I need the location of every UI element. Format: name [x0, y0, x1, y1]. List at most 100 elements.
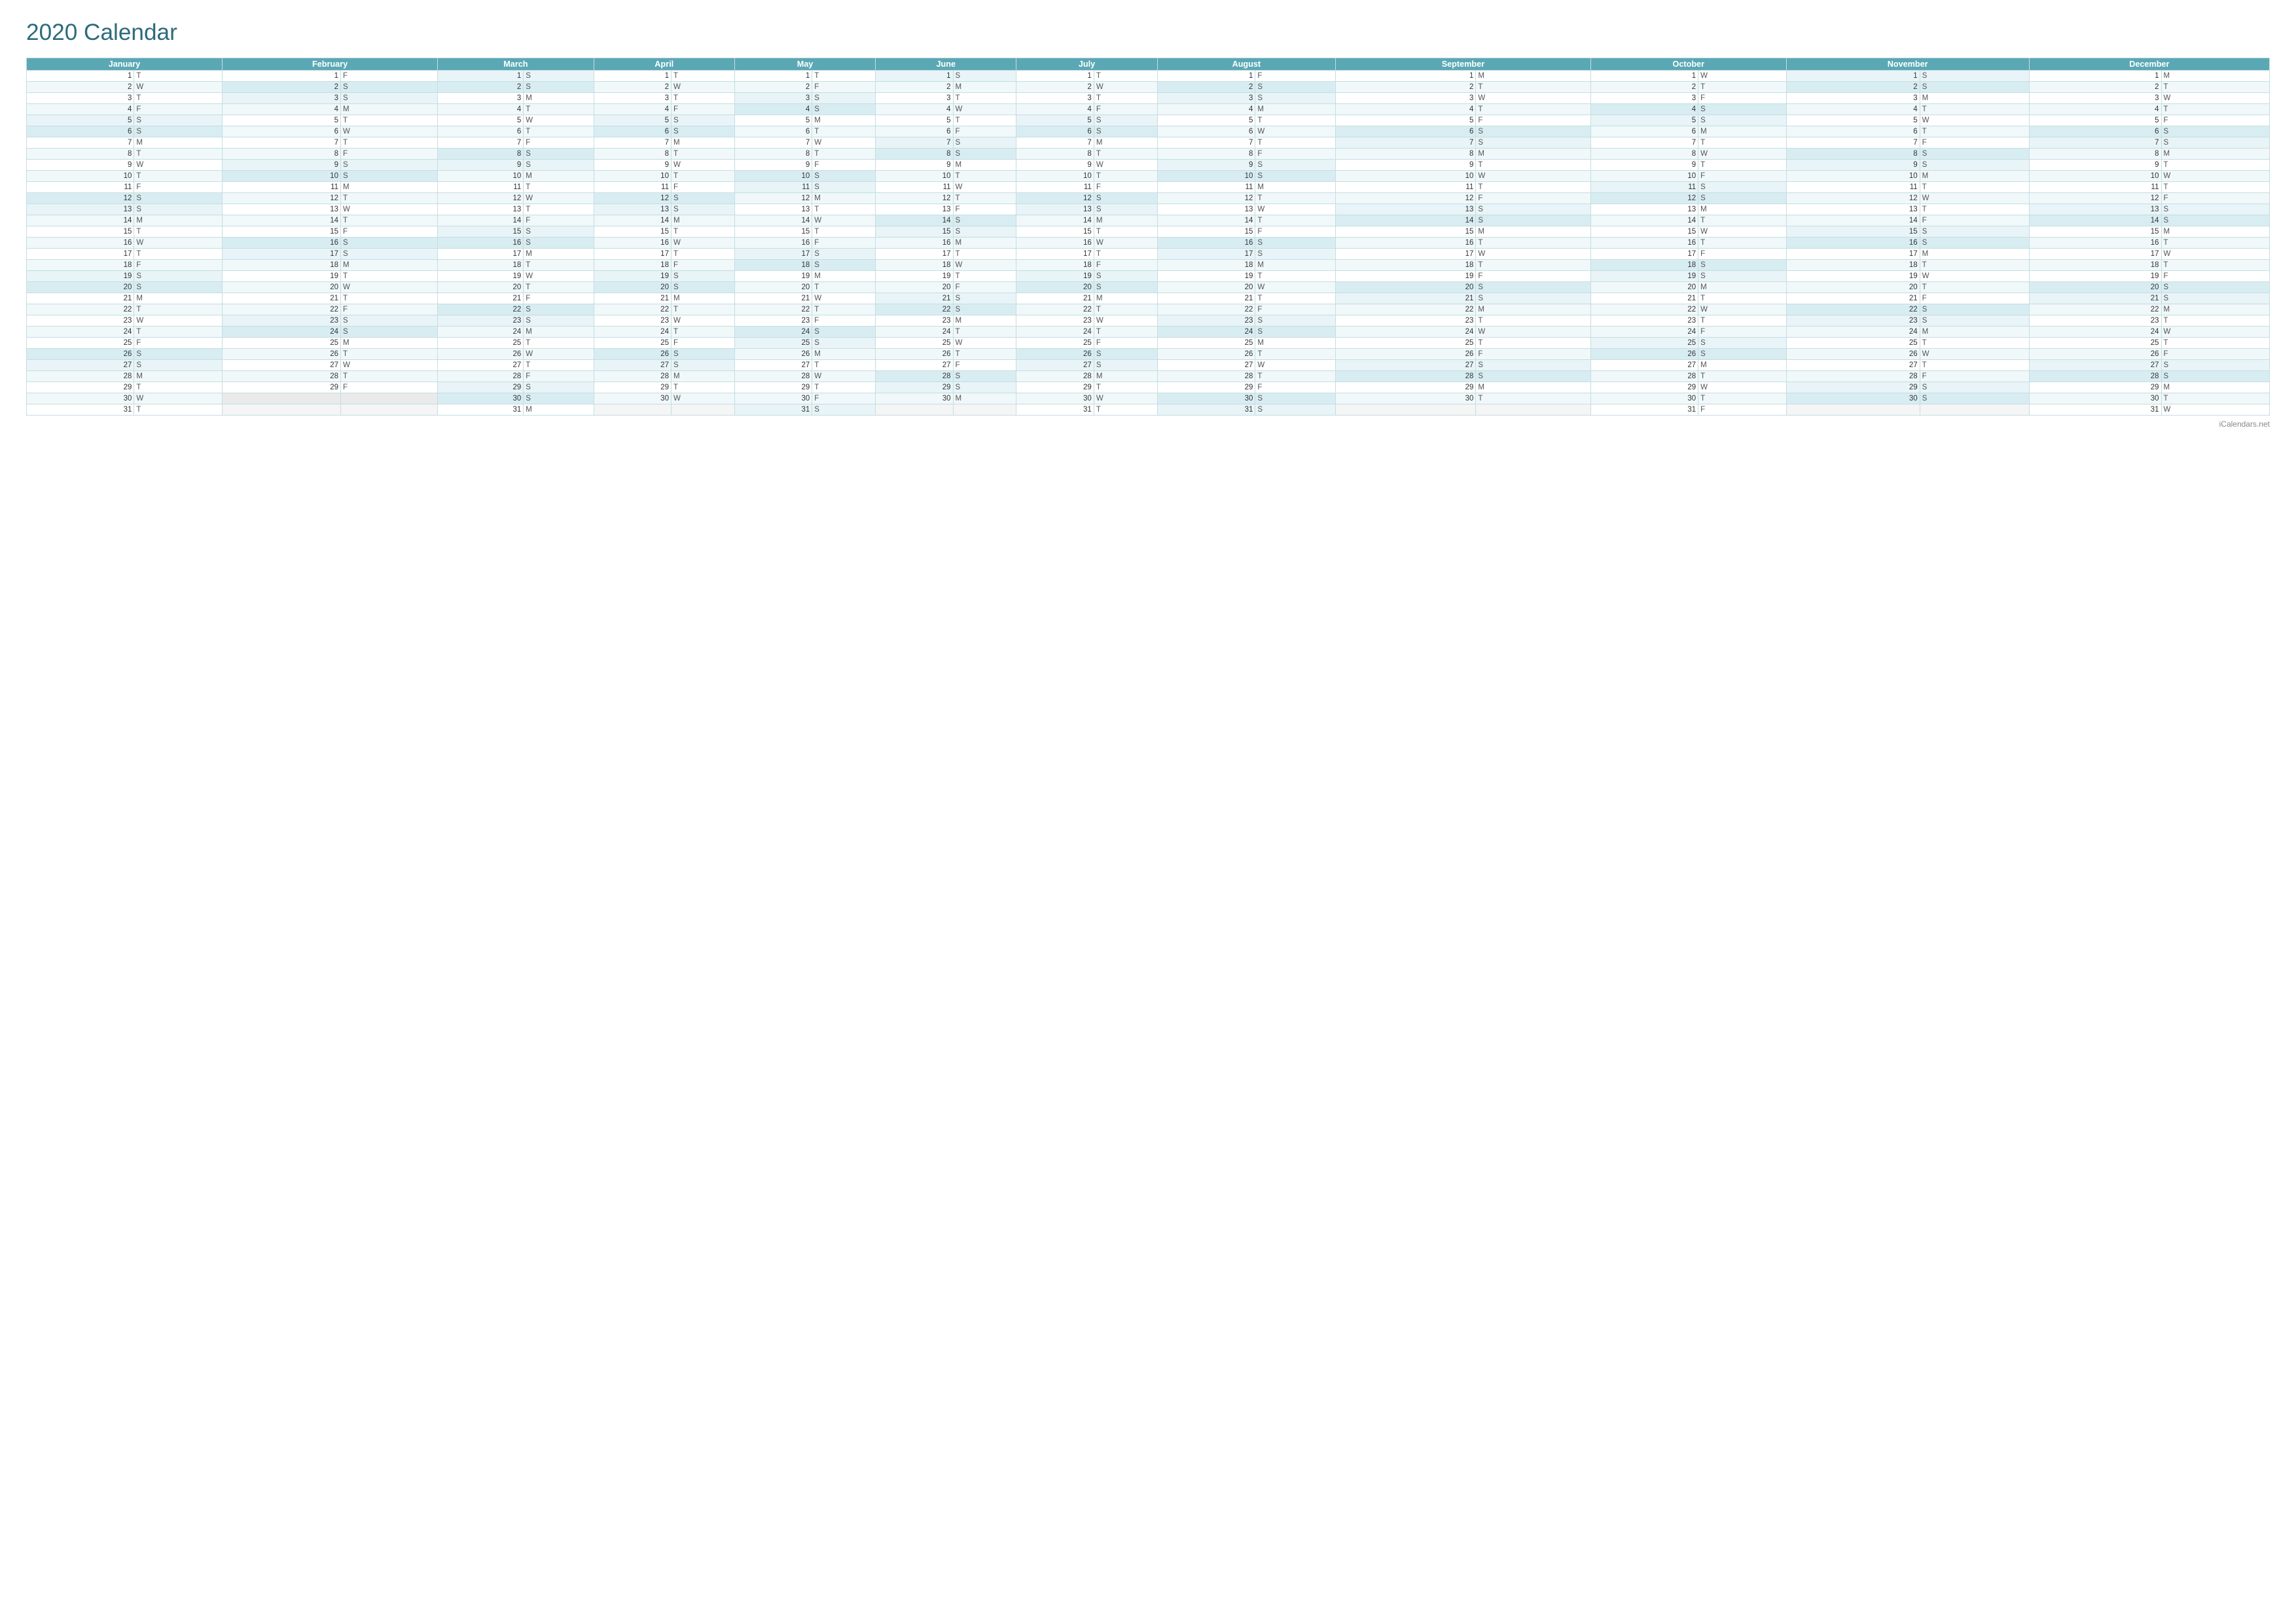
- day-letter: F: [341, 226, 438, 238]
- day-letter: W: [341, 360, 438, 371]
- day-number: 16: [1786, 238, 1920, 249]
- day-number: 13: [438, 204, 524, 215]
- month-header-august: August: [1157, 58, 1335, 71]
- day-number: 18: [734, 260, 812, 271]
- day-letter: T: [2161, 82, 2269, 93]
- day-letter: F: [1094, 338, 1157, 349]
- day-letter: S: [812, 171, 876, 182]
- day-letter: T: [341, 271, 438, 282]
- day-letter: W: [1094, 315, 1157, 327]
- day-letter: F: [524, 137, 594, 149]
- day-number: 17: [1786, 249, 1920, 260]
- day-number: 2: [2029, 82, 2161, 93]
- day-letter: T: [134, 93, 223, 104]
- day-letter: T: [812, 149, 876, 160]
- day-letter: S: [134, 193, 223, 204]
- day-number: 6: [1590, 126, 1698, 137]
- day-number: 19: [2029, 271, 2161, 282]
- day-number: 22: [438, 304, 524, 315]
- day-number: 24: [222, 327, 340, 338]
- day-letter: W: [134, 393, 223, 404]
- day-number: 28: [1336, 371, 1476, 382]
- day-number: 10: [2029, 171, 2161, 182]
- day-letter: S: [1255, 93, 1336, 104]
- month-header-december: December: [2029, 58, 2269, 71]
- day-letter: S: [953, 371, 1016, 382]
- day-letter: M: [341, 338, 438, 349]
- day-letter: W: [953, 182, 1016, 193]
- day-number: 27: [1336, 360, 1476, 371]
- table-row: 2W2S2S2W2F2M2W2S2T2T2S2T: [27, 82, 2270, 93]
- day-number: 28: [876, 371, 953, 382]
- day-number: 23: [594, 315, 671, 327]
- day-number: 9: [1786, 160, 1920, 171]
- day-letter: F: [1476, 271, 1590, 282]
- day-number: 29: [1336, 382, 1476, 393]
- day-number: 12: [222, 193, 340, 204]
- day-number: 1: [1016, 71, 1094, 82]
- day-number: 4: [1590, 104, 1698, 115]
- day-number: 16: [27, 238, 134, 249]
- day-letter: T: [341, 137, 438, 149]
- day-letter: T: [1094, 71, 1157, 82]
- day-letter: S: [1255, 327, 1336, 338]
- day-number: 15: [1157, 226, 1255, 238]
- day-letter: W: [953, 260, 1016, 271]
- day-letter: S: [1094, 349, 1157, 360]
- day-letter: T: [1476, 338, 1590, 349]
- day-letter: F: [812, 82, 876, 93]
- day-number: 22: [734, 304, 812, 315]
- day-letter: S: [1476, 371, 1590, 382]
- day-letter: F: [671, 338, 734, 349]
- day-number: 18: [1336, 260, 1476, 271]
- day-number: 27: [594, 360, 671, 371]
- day-letter: T: [1698, 82, 1787, 93]
- day-letter: M: [812, 349, 876, 360]
- day-letter: T: [671, 327, 734, 338]
- day-number: 12: [438, 193, 524, 204]
- day-number: 5: [27, 115, 134, 126]
- day-number: 9: [1016, 160, 1094, 171]
- day-number: 10: [876, 171, 953, 182]
- table-row: 24T24S24M24T24S24T24T24S24W24F24M24W: [27, 327, 2270, 338]
- day-number: 23: [27, 315, 134, 327]
- day-letter: T: [953, 193, 1016, 204]
- day-number: 31: [27, 404, 134, 416]
- day-number: 12: [1157, 193, 1255, 204]
- day-number: 5: [1157, 115, 1255, 126]
- day-number: 29: [2029, 382, 2161, 393]
- day-number: 30: [2029, 393, 2161, 404]
- day-letter: T: [953, 249, 1016, 260]
- day-number: 11: [438, 182, 524, 193]
- day-letter: T: [1476, 260, 1590, 271]
- day-number: 11: [1157, 182, 1255, 193]
- day-number: 9: [734, 160, 812, 171]
- day-number: 22: [27, 304, 134, 315]
- day-number: 7: [27, 137, 134, 149]
- day-letter: T: [1255, 137, 1336, 149]
- day-letter: F: [2161, 115, 2269, 126]
- day-number: 2: [1590, 82, 1698, 93]
- day-number: 11: [1786, 182, 1920, 193]
- day-number: 20: [2029, 282, 2161, 293]
- day-number: 21: [594, 293, 671, 304]
- day-letter: S: [1255, 393, 1336, 404]
- day-letter: W: [812, 215, 876, 226]
- day-number: 8: [27, 149, 134, 160]
- day-letter: T: [1094, 171, 1157, 182]
- day-number: 13: [734, 204, 812, 215]
- day-number: 12: [1786, 193, 1920, 204]
- day-number: 19: [734, 271, 812, 282]
- day-number: 2: [222, 82, 340, 93]
- day-letter: W: [1094, 238, 1157, 249]
- day-letter: F: [812, 393, 876, 404]
- day-letter: T: [671, 171, 734, 182]
- day-letter: M: [524, 93, 594, 104]
- day-number: 5: [594, 115, 671, 126]
- day-letter: T: [1094, 93, 1157, 104]
- day-letter: S: [1094, 126, 1157, 137]
- day-number: 18: [2029, 260, 2161, 271]
- day-number: 14: [1590, 215, 1698, 226]
- day-letter: S: [671, 360, 734, 371]
- day-letter: F: [812, 315, 876, 327]
